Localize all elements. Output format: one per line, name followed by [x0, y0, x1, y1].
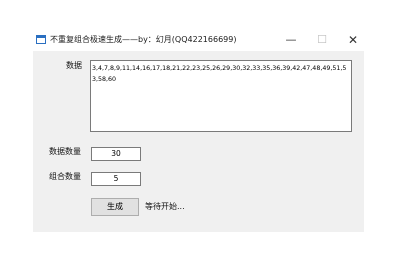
generate-button[interactable]: 生成: [91, 198, 139, 216]
maximize-button[interactable]: ☐: [312, 32, 332, 48]
data-textarea[interactable]: 3,4,7,8,9,11,14,16,17,18,21,22,23,25,26,…: [90, 60, 352, 132]
app-window-icon: [36, 35, 46, 44]
close-button[interactable]: ✕: [343, 32, 363, 48]
count-input[interactable]: 30: [91, 147, 141, 161]
count-label: 数据数量: [49, 147, 81, 156]
combo-input[interactable]: 5: [91, 172, 141, 186]
data-label: 数据: [66, 61, 82, 70]
minimize-button[interactable]: —: [281, 32, 301, 48]
combo-label: 组合数量: [49, 172, 81, 181]
app-window: 不重复组合极速生成——by：幻月(QQ422166699) — ☐ ✕ 数据 3…: [33, 29, 364, 232]
status-text: 等待开始...: [145, 202, 185, 211]
title-bar[interactable]: 不重复组合极速生成——by：幻月(QQ422166699) — ☐ ✕: [33, 29, 364, 51]
window-title: 不重复组合极速生成——by：幻月(QQ422166699): [50, 35, 237, 44]
